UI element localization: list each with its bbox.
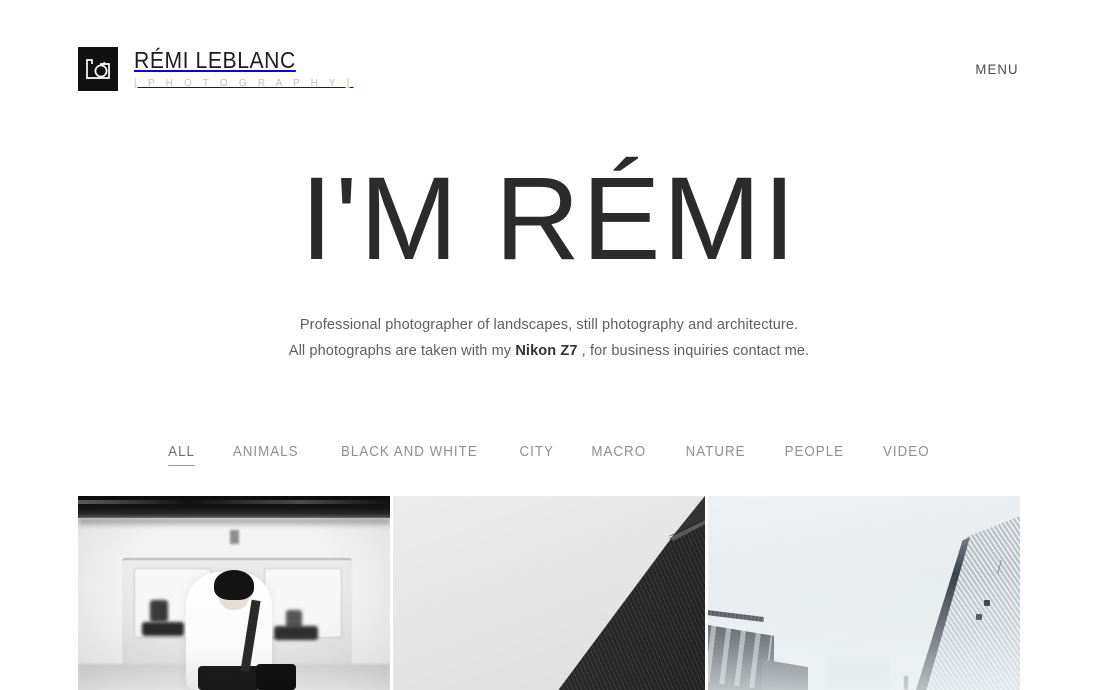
photo-gallery-grid (78, 496, 1020, 690)
hero-subtitle-line-2: All photographs are taken with my Nikon … (16, 338, 1081, 364)
brand-text: RÉMI LEBLANC [ P H O T O G R A P H Y ] (134, 49, 354, 89)
filter-item-city[interactable]: CITY (519, 444, 553, 468)
brand-tagline: [ P H O T O G R A P H Y ] (134, 78, 354, 89)
gallery-image-city (708, 496, 1020, 690)
filter-item-black-and-white[interactable]: BLACK AND WHITE (341, 444, 478, 468)
filter-item-animals[interactable]: ANIMALS (233, 444, 299, 468)
menu-toggle-button[interactable]: MENU (975, 61, 1018, 77)
filter-item-video[interactable]: VIDEO (883, 444, 930, 468)
photography-portfolio-page: RÉMI LEBLANC [ P H O T O G R A P H Y ] M… (0, 0, 1098, 690)
filter-item-nature[interactable]: NATURE (685, 444, 745, 468)
page-title: I'M RÉMI (300, 153, 798, 285)
gallery-item-architecture[interactable] (393, 496, 705, 690)
hero-subtitle-line-1: Professional photographer of landscapes,… (299, 316, 799, 333)
filter-item-all[interactable]: ALL (167, 444, 195, 468)
gallery-image-subway (78, 496, 390, 690)
hero-section: I'M RÉMI Professional photographer of la… (0, 138, 1098, 364)
gallery-image-architecture (393, 496, 705, 690)
hero-line2-after: , for business inquiries contact me. (577, 342, 810, 359)
gallery-filter-nav: ALL ANIMALS BLACK AND WHITE CITY MACRO N… (0, 444, 1098, 468)
camera-model-highlight: Nikon Z7 (515, 342, 578, 359)
filter-item-people[interactable]: PEOPLE (785, 444, 844, 468)
site-header: RÉMI LEBLANC [ P H O T O G R A P H Y ] M… (0, 0, 1098, 138)
filter-item-macro[interactable]: MACRO (592, 444, 647, 468)
hero-line2-before: All photographs are taken with my (288, 342, 516, 359)
hero-subtitle: Professional photographer of landscapes,… (0, 312, 1098, 364)
gallery-item-subway[interactable] (78, 496, 390, 690)
camera-icon (78, 47, 118, 91)
brand-name: RÉMI LEBLANC (134, 47, 296, 73)
gallery-item-city[interactable] (708, 496, 1020, 690)
brand-logo-link[interactable]: RÉMI LEBLANC [ P H O T O G R A P H Y ] (78, 47, 354, 91)
